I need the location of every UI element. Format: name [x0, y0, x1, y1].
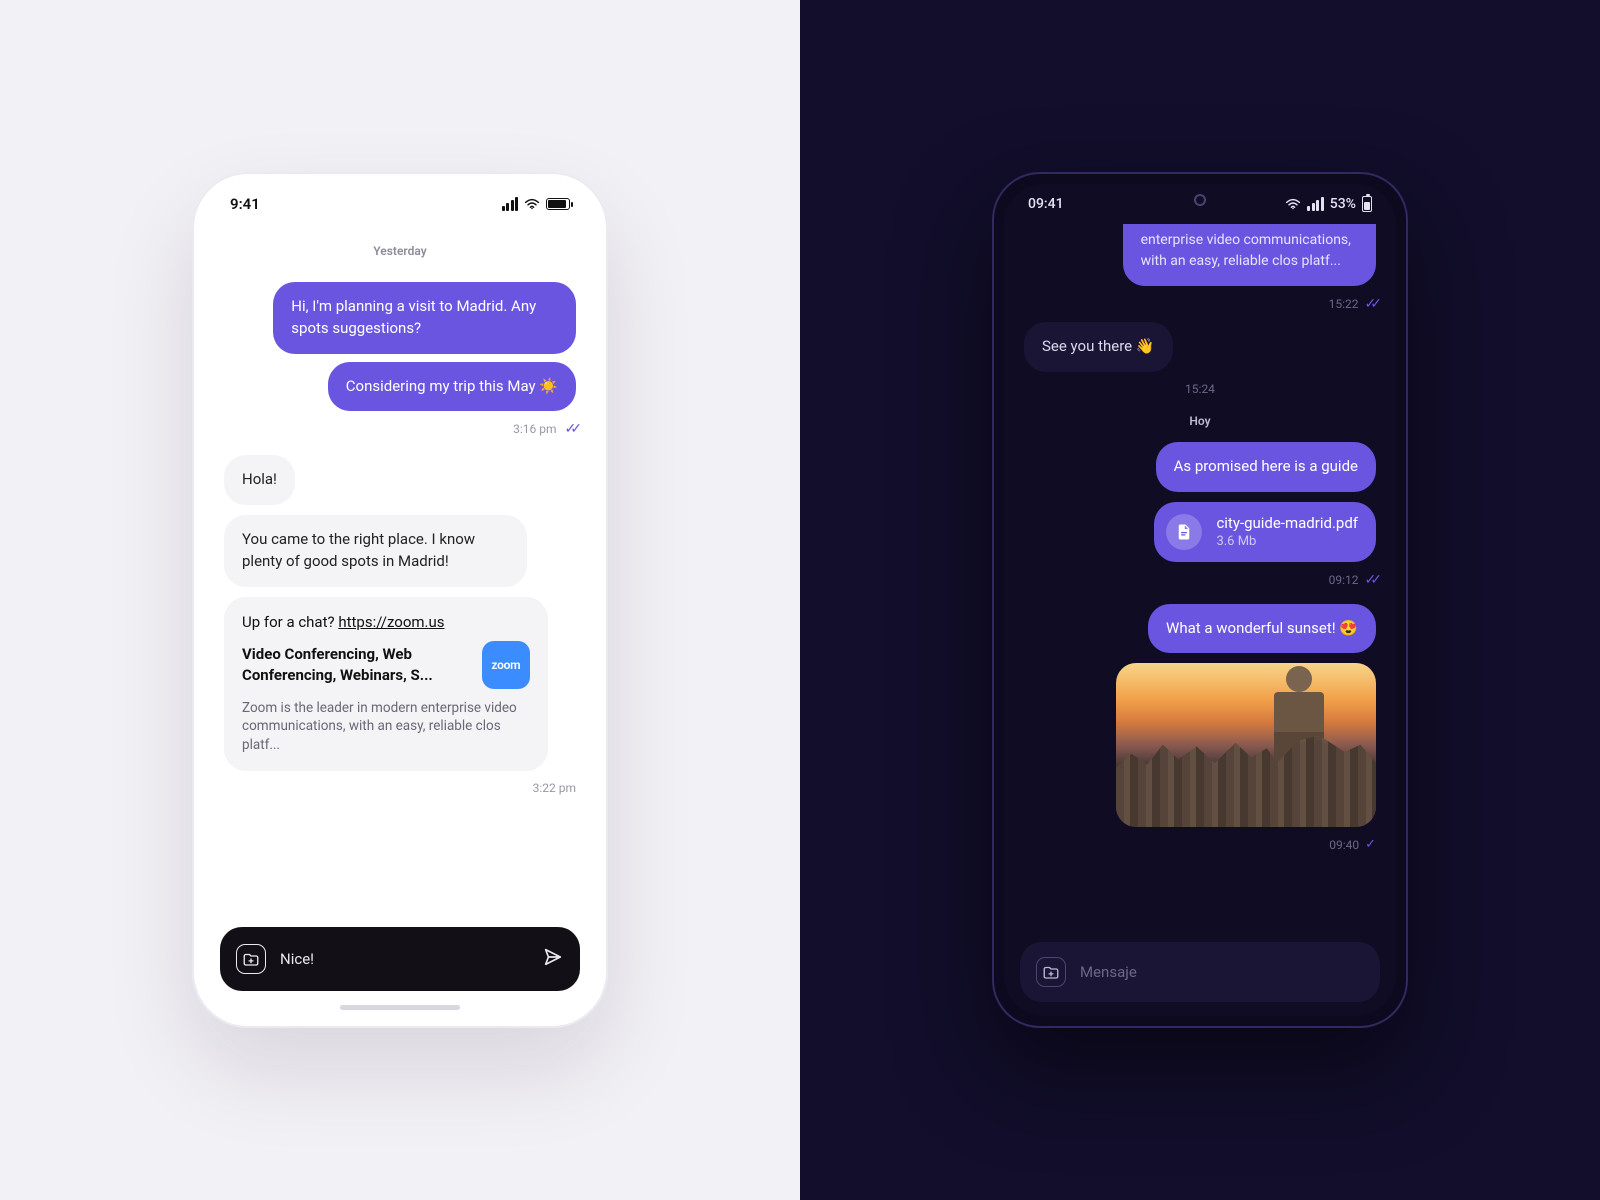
message-composer[interactable]: Mensaje — [1020, 942, 1380, 1002]
message-received[interactable]: Hola! — [224, 455, 295, 505]
message-timestamp: 3:22 pm — [533, 781, 576, 795]
message-timestamp: 3:16 pm✓✓ — [513, 421, 576, 437]
cell-signal-icon — [502, 197, 519, 211]
link-preview-card[interactable]: Up for a chat? https://zoom.us Video Con… — [224, 597, 548, 772]
home-indicator — [340, 1005, 460, 1010]
status-time: 09:41 — [1028, 196, 1064, 212]
chat-scroll[interactable]: enterprise video communications, with an… — [1004, 224, 1396, 930]
link-preview-card[interactable]: enterprise video communications, with an… — [1123, 224, 1376, 286]
cell-signal-icon — [1307, 197, 1324, 211]
message-timestamp: 15:22✓✓ — [1329, 296, 1376, 312]
battery-percent: 53% — [1330, 196, 1356, 212]
message-sent[interactable]: As promised here is a guide — [1156, 442, 1376, 492]
date-divider: Hoy — [1024, 414, 1376, 428]
file-size: 3.6 Mb — [1216, 534, 1358, 549]
message-timestamp: 15:24 — [1185, 382, 1215, 396]
read-ticks-icon: ✓✓ — [1365, 296, 1376, 312]
phone-dark: 09:41 53% enterprise video communication… — [992, 172, 1408, 1028]
link-url[interactable]: https://zoom.us — [338, 613, 444, 631]
notch — [310, 180, 490, 210]
message-input[interactable]: Mensaje — [1080, 963, 1364, 981]
image-attachment[interactable] — [1116, 663, 1376, 827]
attach-button[interactable] — [1036, 957, 1066, 987]
file-icon — [1166, 514, 1202, 550]
read-ticks-icon: ✓✓ — [565, 421, 576, 437]
link-description: Zoom is the leader in modern enterprise … — [242, 699, 530, 756]
message-timestamp: 09:40✓ — [1329, 837, 1376, 852]
status-time: 9:41 — [230, 195, 260, 213]
message-received[interactable]: You came to the right place. I know plen… — [224, 515, 527, 587]
message-received[interactable]: See you there 👋 — [1024, 322, 1173, 372]
folder-plus-icon — [242, 950, 260, 968]
dark-panel: 09:41 53% enterprise video communication… — [800, 0, 1600, 1200]
folder-plus-icon — [1042, 963, 1060, 981]
link-title: Video Conferencing, Web Conferencing, We… — [242, 644, 470, 685]
file-name: city-guide-madrid.pdf — [1216, 514, 1358, 532]
sent-tick-icon: ✓ — [1365, 837, 1376, 852]
attach-button[interactable] — [236, 944, 266, 974]
message-composer[interactable]: Nice! — [220, 927, 580, 991]
battery-icon — [546, 198, 570, 210]
zoom-app-icon: zoom — [482, 641, 530, 689]
date-divider: Yesterday — [224, 244, 576, 258]
light-panel: 9:41 Yesterday Hi, I'm planning a visit … — [0, 0, 800, 1200]
battery-icon — [1362, 196, 1372, 212]
message-sent[interactable]: What a wonderful sunset! 😍 — [1148, 604, 1376, 654]
message-timestamp: 09:12✓✓ — [1329, 572, 1376, 588]
camera-hole — [1194, 194, 1206, 206]
read-ticks-icon: ✓✓ — [1365, 572, 1376, 588]
wifi-icon — [524, 198, 540, 210]
phone-light: 9:41 Yesterday Hi, I'm planning a visit … — [192, 172, 608, 1028]
wifi-icon — [1285, 198, 1301, 210]
message-sent[interactable]: Considering my trip this May ☀️ — [328, 362, 576, 412]
file-attachment[interactable]: city-guide-madrid.pdf 3.6 Mb — [1154, 502, 1376, 562]
send-button[interactable] — [542, 946, 564, 972]
send-icon — [542, 946, 564, 968]
message-input[interactable]: Nice! — [280, 950, 528, 968]
link-prompt: Up for a chat? https://zoom.us — [242, 613, 530, 631]
message-sent[interactable]: Hi, I'm planning a visit to Madrid. Any … — [273, 282, 576, 354]
chat-scroll[interactable]: Yesterday Hi, I'm planning a visit to Ma… — [202, 226, 598, 913]
